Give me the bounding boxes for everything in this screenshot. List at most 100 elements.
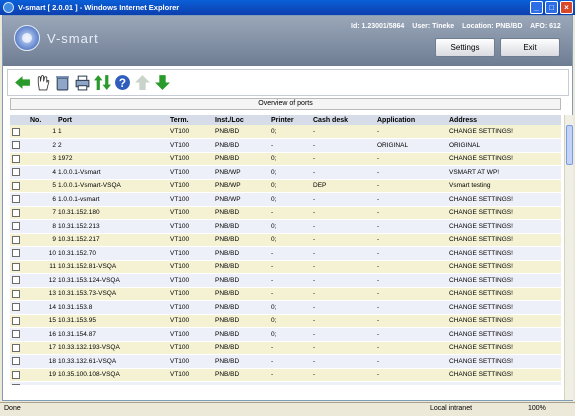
row-checkbox[interactable] [12, 208, 20, 217]
table-row[interactable]: 1 1 VT100 PNB/BD 0; - - CHANGE SETTINGS! [10, 125, 561, 139]
table-cell: 10.33.132.61-VSQA [56, 354, 168, 369]
row-checkbox[interactable] [12, 316, 20, 325]
row-checkbox[interactable] [12, 222, 20, 231]
table-cell: 0; [269, 192, 311, 207]
table-cell: - [375, 273, 447, 288]
table-row[interactable]: 4 1.0.0.1-Vsmart VT100 PNB/WP 0; - - VSMART AT … [10, 165, 561, 180]
table-cell: 5 [28, 179, 56, 193]
table-row[interactable]: 14 10.31.153.8 VT100 PNB/BD 0; - - CHANGE SETTI… [10, 300, 561, 315]
settings-button[interactable]: Settings [435, 38, 495, 57]
sort-icon[interactable] [94, 74, 111, 91]
table-cell: - [375, 206, 447, 220]
table-row[interactable]: 16 10.31.154.87 VT100 PNB/BD 0; - - CHANGE SETT… [10, 327, 561, 342]
row-checkbox[interactable] [12, 168, 20, 177]
table-row[interactable]: 2 2 VT100 PNB/BD - - ORIGINAL ORIGINAL [10, 138, 561, 153]
row-checkbox[interactable] [12, 181, 20, 190]
table-cell: - [375, 287, 447, 301]
table-cell: 10.31.153.8 [56, 300, 168, 315]
table-cell: - [375, 341, 447, 355]
row-checkbox[interactable] [12, 262, 20, 271]
table-row[interactable]: 11 10.31.152.81-VSQA VT100 PNB/BD - - - CHANGE … [10, 260, 561, 274]
table-cell: 10.31.153.95 [56, 314, 168, 328]
table-row[interactable]: 6 1.0.0.1-vsmart VT100 PNB/WP 0; - - CHANGE SET… [10, 192, 561, 207]
column-header[interactable]: No. [28, 115, 56, 125]
table-cell: 3 [28, 152, 56, 166]
column-header[interactable]: Address [447, 115, 561, 125]
vertical-scrollbar[interactable] [564, 115, 573, 400]
table-cell: - [375, 300, 447, 315]
table-cell: PNB/WP [213, 165, 269, 180]
row-select-cell [10, 246, 28, 261]
row-checkbox[interactable] [12, 249, 20, 258]
table-row[interactable]: 18 10.33.132.61-VSQA VT100 PNB/BD - - - CHANGE … [10, 354, 561, 369]
table-cell: - [311, 246, 375, 261]
maximize-button[interactable]: □ [545, 1, 558, 14]
table-cell: 14 [28, 300, 56, 315]
table-cell: CHANGE SETTINGS! [447, 314, 561, 328]
help-icon[interactable]: ? [114, 74, 131, 91]
table-cell: - [311, 206, 375, 220]
table-cell: VT100 [168, 233, 213, 247]
table-cell: - [375, 125, 447, 139]
row-select-cell [10, 165, 28, 180]
table-cell: - [375, 246, 447, 261]
column-header[interactable]: Cash desk [311, 115, 375, 125]
column-header[interactable]: Term. [168, 115, 213, 125]
row-select-cell [10, 152, 28, 166]
table-row[interactable]: 15 10.31.153.95 VT100 PNB/BD 0; - - CHANGE SETT… [10, 314, 561, 328]
scrollbar-thumb[interactable] [566, 125, 573, 165]
table-cell: CHANGE SETTINGS! [447, 287, 561, 301]
table-row[interactable]: 10 10.31.152.70 VT100 PNB/BD - - - CHANGE SETTI… [10, 246, 561, 261]
table-row[interactable]: 9 10.31.152.217 VT100 PNB/BD 0; - - CHANGE SETT… [10, 233, 561, 247]
table-row[interactable]: 12 10.31.153.124-VSQA VT100 PNB/BD - - - CHANGE… [10, 273, 561, 288]
table-cell: - [311, 314, 375, 328]
table-cell: PNB/BD [213, 138, 269, 153]
row-checkbox[interactable] [12, 330, 20, 339]
table-cell: 8 [28, 219, 56, 234]
table-cell: ORIGINAL [447, 138, 561, 153]
user-label: User: Tineke [412, 23, 455, 30]
ie-logo-icon [3, 2, 14, 13]
row-select-cell [10, 341, 28, 355]
row-checkbox[interactable] [12, 289, 20, 298]
table-row[interactable]: 19 10.35.100.108-VSQA VT100 PNB/BD - - - CHANGE… [10, 368, 561, 382]
table-row[interactable]: 13 10.31.153.73-VSQA VT100 PNB/BD - - - CHANGE … [10, 287, 561, 301]
column-header[interactable]: Port [56, 115, 168, 125]
column-header[interactable]: Inst./Loc [213, 115, 269, 125]
row-checkbox[interactable] [12, 195, 20, 204]
table-cell: PNB/BD [213, 368, 269, 382]
row-checkbox[interactable] [12, 370, 20, 379]
column-header[interactable]: Printer [269, 115, 311, 125]
down-arrow-icon[interactable] [154, 74, 171, 91]
row-checkbox[interactable] [12, 303, 20, 312]
printer-icon[interactable] [74, 74, 91, 91]
minimize-button[interactable]: _ [530, 1, 543, 14]
table-row[interactable]: 5 1.0.0.1-Vsmart-VSQA VT100 PNB/WP 0; DEP - Vsm… [10, 179, 561, 193]
column-header[interactable]: Application [375, 115, 447, 125]
row-checkbox[interactable] [12, 127, 20, 136]
row-checkbox[interactable] [12, 154, 20, 163]
table-row[interactable]: 8 10.31.152.213 VT100 PNB/BD 0; - - CHANGE SETT… [10, 219, 561, 234]
trash-icon[interactable] [54, 74, 71, 91]
table-row[interactable]: 17 10.33.132.193-VSQA VT100 PNB/BD - - - CHANGE… [10, 341, 561, 355]
table-row[interactable]: 7 10.31.152.180 VT100 PNB/BD - - - CHANGE SETTI… [10, 206, 561, 220]
table-cell: VT100 [168, 138, 213, 153]
back-arrow-icon[interactable] [14, 74, 31, 91]
status-bar: Done Local intranet 100% [0, 402, 575, 416]
zoom-level[interactable]: 100% [528, 405, 546, 412]
row-checkbox[interactable] [12, 384, 20, 385]
row-checkbox[interactable] [12, 235, 20, 244]
row-checkbox[interactable] [12, 357, 20, 366]
table-row[interactable]: 2010.35.100.111VT100PNB/CEN---CHANGE SET… [10, 381, 561, 385]
hand-select-icon[interactable] [34, 74, 51, 91]
table-row[interactable]: 3 1972 VT100 PNB/BD 0; - - CHANGE SETTINGS! [10, 152, 561, 166]
table-cell: PNB/BD [213, 246, 269, 261]
table-cell: - [375, 179, 447, 193]
up-arrow-icon[interactable] [134, 74, 151, 91]
exit-button[interactable]: Exit [500, 38, 560, 57]
row-checkbox[interactable] [12, 276, 20, 285]
row-checkbox[interactable] [12, 141, 20, 150]
close-button[interactable]: × [560, 1, 573, 14]
ports-table: No. Port Term. Inst./Loc Printer Cash de… [10, 115, 561, 385]
row-checkbox[interactable] [12, 343, 20, 352]
